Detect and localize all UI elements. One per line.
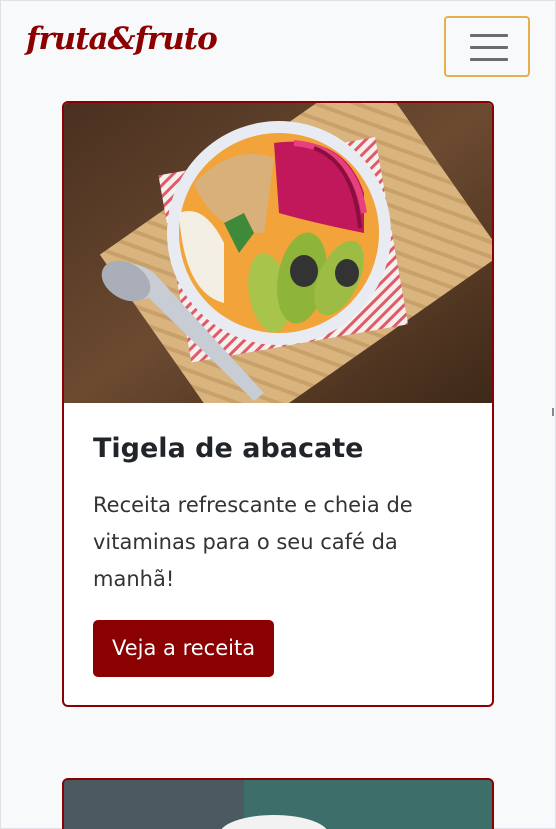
- view-recipe-button[interactable]: Veja a receita: [93, 620, 275, 678]
- scrollbar-marker: [552, 408, 554, 416]
- card-image: [64, 103, 492, 403]
- card-body: Tigela de abacate Receita refrescante e …: [93, 433, 473, 678]
- brand-logo[interactable]: fruta&fruto: [26, 24, 218, 55]
- card-image-next: [64, 780, 492, 829]
- recipe-card: Tigela de abacate Receita refrescante e …: [62, 101, 494, 707]
- card-description: Receita refrescante e cheia de vitaminas…: [93, 493, 413, 592]
- card-title: Tigela de abacate: [93, 433, 364, 464]
- navbar-toggler-button[interactable]: [444, 16, 530, 77]
- navbar: fruta&fruto: [0, 0, 556, 100]
- recipe-card-next: [62, 778, 494, 829]
